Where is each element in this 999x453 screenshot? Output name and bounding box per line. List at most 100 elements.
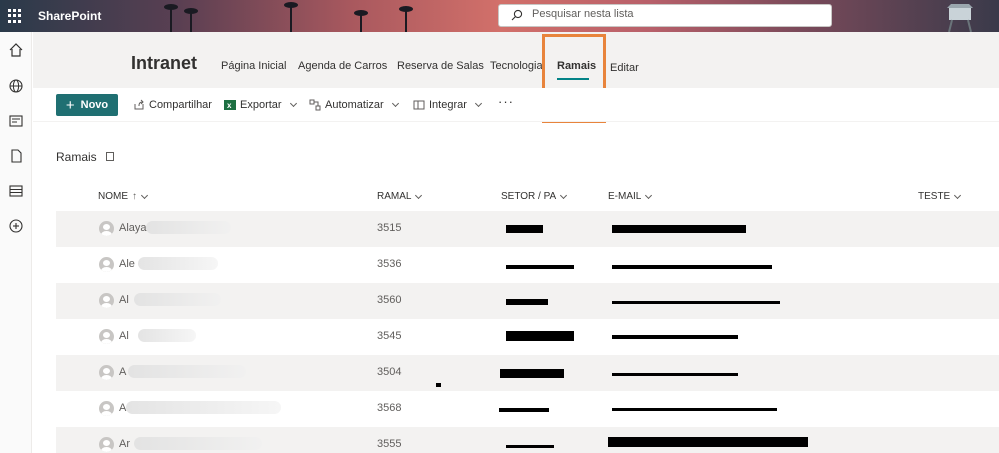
row-name[interactable]: Ar	[119, 438, 130, 450]
column-header-teste[interactable]: TESTE	[918, 191, 962, 202]
new-button-label: Novo	[80, 99, 109, 111]
blurred-text	[138, 329, 196, 342]
more-options-icon[interactable]: ···	[498, 94, 514, 109]
table-row[interactable]: Ar 3555	[56, 427, 999, 453]
brand-label[interactable]: SharePoint	[38, 9, 101, 23]
column-header-ramal[interactable]: RAMAL	[377, 191, 423, 202]
table-row[interactable]: A 3568	[56, 391, 999, 427]
redaction-bar	[506, 445, 554, 448]
nav-agenda-de-carros[interactable]: Agenda de Carros	[298, 60, 387, 72]
column-label: TESTE	[918, 191, 951, 202]
avatar	[99, 221, 114, 236]
row-ramal: 3545	[377, 330, 402, 342]
new-button[interactable]: + Novo	[56, 94, 118, 116]
home-icon[interactable]	[8, 42, 24, 58]
row-ramal: 3515	[377, 222, 402, 234]
palm-frond	[399, 6, 413, 12]
redaction-bar	[612, 301, 780, 304]
chevron-down-icon	[391, 99, 399, 108]
integrate-button[interactable]: Integrar	[413, 99, 482, 111]
search-box[interactable]	[498, 4, 832, 27]
search-input[interactable]	[532, 8, 812, 20]
blurred-text	[134, 293, 221, 306]
news-icon[interactable]	[8, 113, 24, 129]
row-name[interactable]: A	[119, 366, 126, 378]
table-row[interactable]: Alaya 3515	[56, 211, 999, 247]
excel-icon: x	[224, 100, 236, 110]
row-name[interactable]: Alaya	[119, 222, 147, 234]
row-ramal: 3504	[377, 366, 402, 378]
blurred-text	[146, 221, 231, 234]
nav-editar[interactable]: Editar	[610, 62, 639, 74]
avatar	[99, 365, 114, 380]
nav-tecnologia[interactable]: Tecnologia	[490, 60, 543, 72]
palm-frond	[164, 4, 178, 10]
globe-icon[interactable]	[8, 78, 24, 94]
plus-icon: +	[65, 96, 75, 114]
column-label: RAMAL	[377, 191, 412, 202]
table-row[interactable]: A 3504	[56, 355, 999, 391]
search-icon	[511, 9, 523, 21]
row-name[interactable]: Ale	[119, 258, 135, 270]
redaction-bar	[608, 437, 808, 447]
avatar	[99, 437, 114, 452]
export-button[interactable]: x Exportar	[224, 99, 297, 111]
chevron-down-icon	[645, 191, 653, 199]
redaction-bar	[612, 408, 777, 411]
sort-ascending-icon: ↑	[132, 191, 137, 202]
blurred-text	[128, 365, 246, 378]
svg-text:x: x	[227, 101, 232, 110]
row-name[interactable]: Al	[119, 330, 129, 342]
palm-frond	[284, 2, 298, 8]
redaction-bar	[612, 373, 738, 376]
create-icon[interactable]	[8, 218, 24, 234]
redaction-bar	[506, 331, 574, 341]
share-label: Compartilhar	[149, 99, 212, 111]
redaction-bar	[500, 369, 564, 378]
redaction-bar	[612, 225, 746, 233]
list-icon[interactable]	[8, 183, 24, 199]
blurred-text	[134, 437, 262, 450]
app-launcher-icon[interactable]	[8, 9, 22, 23]
table-row[interactable]: Al 3545	[56, 319, 999, 355]
palm-silhouette	[290, 4, 292, 32]
redaction-bar	[436, 383, 441, 387]
chevron-down-icon	[474, 99, 482, 108]
column-label: SETOR / PA	[501, 191, 557, 202]
column-header-email[interactable]: E-MAIL	[608, 191, 653, 202]
chevron-down-icon	[289, 99, 297, 108]
avatar	[99, 293, 114, 308]
suite-bar: SharePoint	[0, 0, 999, 32]
table-row[interactable]: Ale 3536	[56, 247, 999, 283]
avatar	[99, 329, 114, 344]
lifeguard-tower-icon	[947, 4, 973, 32]
nav-reserva-de-salas[interactable]: Reserva de Salas	[397, 60, 484, 72]
site-title[interactable]: Intranet	[131, 53, 197, 74]
integrate-icon	[413, 100, 425, 110]
list-info-icon[interactable]	[106, 152, 114, 161]
column-label: E-MAIL	[608, 191, 642, 202]
chevron-down-icon	[415, 191, 423, 199]
row-ramal: 3560	[377, 294, 402, 306]
avatar	[99, 257, 114, 272]
redaction-bar	[506, 225, 543, 233]
redaction-bar	[499, 408, 549, 412]
list-title: Ramais	[56, 150, 97, 164]
document-icon[interactable]	[8, 148, 24, 164]
share-icon	[134, 99, 144, 110]
table-row[interactable]: Al 3560	[56, 283, 999, 319]
row-name[interactable]: Al	[119, 294, 129, 306]
column-label: NOME	[98, 191, 128, 202]
automate-icon	[309, 99, 321, 111]
column-header-nome[interactable]: NOME ↑	[98, 191, 149, 202]
automate-button[interactable]: Automatizar	[309, 99, 399, 111]
avatar	[99, 401, 114, 416]
nav-pagina-inicial[interactable]: Página Inicial	[221, 60, 286, 72]
chevron-down-icon	[140, 191, 149, 199]
row-ramal: 3555	[377, 438, 402, 450]
column-header-setor[interactable]: SETOR / PA	[501, 191, 568, 202]
chevron-down-icon	[560, 191, 568, 199]
redaction-bar	[612, 265, 772, 269]
share-button[interactable]: Compartilhar	[133, 99, 212, 111]
redaction-bar	[506, 265, 574, 269]
